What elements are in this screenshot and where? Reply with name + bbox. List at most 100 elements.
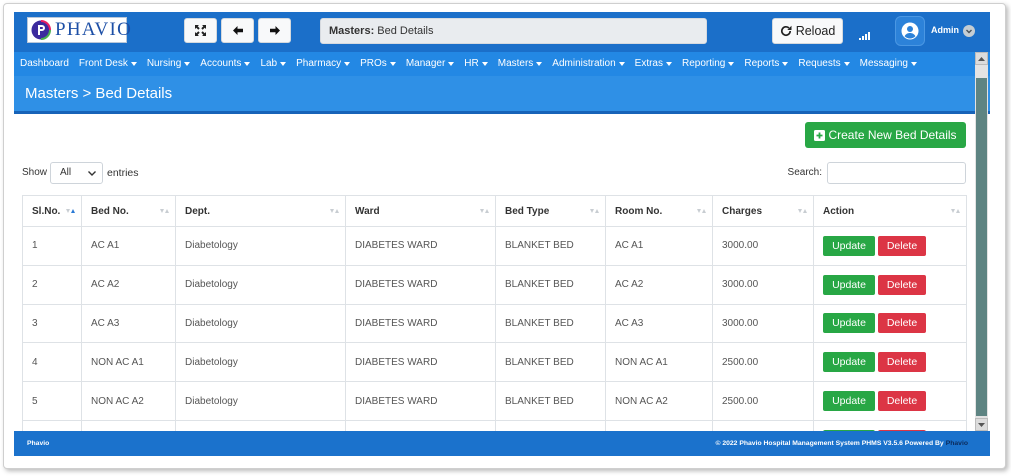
update-button[interactable]: Update bbox=[823, 235, 875, 256]
nav-item-pharmacy[interactable]: Pharmacy bbox=[296, 52, 351, 76]
delete-button[interactable]: Delete bbox=[878, 391, 926, 412]
nav-item-requests[interactable]: Requests bbox=[798, 52, 850, 76]
nav-item-dashboard[interactable]: Dashboard bbox=[20, 52, 69, 76]
nav-item-administration[interactable]: Administration bbox=[552, 52, 625, 76]
user-name[interactable]: Admin bbox=[931, 24, 959, 36]
column-header-room-no[interactable]: Room No. bbox=[605, 195, 713, 227]
column-header-label: Bed Type bbox=[505, 205, 550, 217]
nav-item-nursing[interactable]: Nursing bbox=[147, 52, 191, 76]
sort-icon bbox=[697, 209, 706, 213]
caret-down-icon bbox=[130, 62, 137, 66]
caret-down-icon bbox=[728, 62, 735, 66]
cell-bed-no: NON AC A1 bbox=[81, 342, 176, 383]
sort-desc-icon bbox=[798, 209, 802, 213]
scroll-down-arrow-icon[interactable] bbox=[975, 418, 988, 431]
create-new-bed-details-button[interactable]: Create New Bed Details bbox=[805, 122, 966, 148]
column-header-bed-no[interactable]: Bed No. bbox=[81, 195, 176, 227]
scrollbar-thumb[interactable] bbox=[976, 78, 987, 416]
table-row: UpdateDelete bbox=[22, 419, 967, 431]
nav-item-lab[interactable]: Lab bbox=[260, 52, 287, 76]
nav-item-accounts[interactable]: Accounts bbox=[200, 52, 251, 76]
nav-item-pros[interactable]: PROs bbox=[360, 52, 396, 76]
nav-item-reports[interactable]: Reports bbox=[744, 52, 789, 76]
nav-item-manager[interactable]: Manager bbox=[406, 52, 455, 76]
sort-desc-icon bbox=[160, 209, 164, 213]
update-button[interactable]: Update bbox=[823, 391, 875, 412]
caret-down-icon bbox=[618, 62, 625, 66]
column-header-action[interactable]: Action bbox=[813, 195, 967, 227]
cell-ward: DIABETES WARD bbox=[345, 264, 496, 305]
column-header-sl-no[interactable]: Sl.No. bbox=[22, 195, 82, 227]
cell-ward: DIABETES WARD bbox=[345, 226, 496, 266]
back-button[interactable] bbox=[221, 18, 254, 43]
table-row: 3 AC A3 Diabetology DIABETES WARD BLANKET BE… bbox=[22, 303, 967, 344]
sort-icon bbox=[951, 209, 960, 213]
column-header-bed-type[interactable]: Bed Type bbox=[495, 195, 606, 227]
sort-asc-icon bbox=[702, 209, 706, 213]
nav-item-label: Reporting bbox=[682, 58, 726, 69]
delete-button[interactable]: Delete bbox=[878, 313, 926, 334]
sort-icon bbox=[160, 209, 169, 213]
cell-bed-type: BLANKET BED bbox=[495, 264, 606, 305]
column-header-charges[interactable]: Charges bbox=[712, 195, 814, 227]
footer: Phavio © 2022 Phavio Hospital Management… bbox=[14, 431, 990, 456]
nav-item-masters[interactable]: Masters bbox=[498, 52, 543, 76]
create-button-label: Create New Bed Details bbox=[828, 128, 957, 142]
arrow-left-icon bbox=[232, 26, 243, 35]
main-menu-bar: Dashboard Front Desk Nursing Accounts Lab Pha… bbox=[14, 52, 990, 76]
cell-bed-type: BLANKET BED bbox=[495, 381, 606, 421]
sort-desc-icon bbox=[697, 209, 701, 213]
caret-down-icon bbox=[481, 62, 488, 66]
cell-charges bbox=[712, 419, 814, 431]
search-input[interactable] bbox=[827, 162, 966, 184]
sort-desc-icon bbox=[330, 209, 334, 213]
caret-down-icon bbox=[910, 62, 917, 66]
vertical-scrollbar[interactable] bbox=[975, 52, 988, 431]
column-header-ward[interactable]: Ward bbox=[345, 195, 496, 227]
table-header-row: Sl.No. Bed No. Dept. Ward Bed Type Room No. Ch… bbox=[22, 195, 967, 227]
avatar[interactable] bbox=[895, 16, 925, 46]
column-header-label: Ward bbox=[355, 205, 380, 217]
sort-asc-icon bbox=[956, 209, 960, 213]
nav-item-label: Administration bbox=[552, 58, 616, 69]
caret-down-icon bbox=[536, 62, 543, 66]
logo[interactable]: PHAVIO bbox=[27, 17, 131, 43]
nav-item-hr[interactable]: HR bbox=[464, 52, 488, 76]
content-area: Create New Bed Details Show All entries … bbox=[14, 114, 975, 431]
nav-item-label: Messaging bbox=[859, 58, 908, 69]
nav-item-label: Masters bbox=[497, 58, 534, 69]
nav-item-extras[interactable]: Extras bbox=[635, 52, 672, 76]
cell-ward: DIABETES WARD bbox=[345, 381, 496, 421]
refresh-icon bbox=[780, 25, 792, 37]
page-length-select[interactable]: All bbox=[50, 162, 103, 184]
chevron-down-circle-icon[interactable] bbox=[963, 24, 975, 37]
table-row: 2 AC A2 Diabetology DIABETES WARD BLANKET BE… bbox=[22, 264, 967, 305]
powered-by-link[interactable]: Phavio bbox=[946, 440, 968, 447]
forward-button[interactable] bbox=[258, 18, 291, 43]
search-label: Search: bbox=[787, 167, 822, 178]
signal-icon bbox=[859, 27, 871, 40]
fullscreen-button[interactable] bbox=[184, 18, 217, 43]
cell-action: UpdateDelete bbox=[813, 226, 967, 266]
reload-button[interactable]: Reload bbox=[772, 18, 843, 44]
column-header-dept[interactable]: Dept. bbox=[175, 195, 346, 227]
bed-details-table: Sl.No. Bed No. Dept. Ward Bed Type Room No. Ch… bbox=[22, 195, 967, 431]
nav-item-label: Accounts bbox=[200, 58, 242, 69]
delete-button[interactable]: Delete bbox=[878, 352, 926, 373]
update-button[interactable]: Update bbox=[823, 274, 875, 295]
sort-icon bbox=[590, 209, 599, 213]
cell-room-no: NON AC A1 bbox=[605, 342, 713, 383]
nav-item-messaging[interactable]: Messaging bbox=[860, 52, 917, 76]
cell-sl-no: 1 bbox=[22, 226, 82, 266]
cell-dept: Diabetology bbox=[175, 226, 346, 266]
footer-copyright: © 2022 Phavio Hospital Management System… bbox=[715, 440, 968, 447]
cell-bed-no: AC A1 bbox=[81, 226, 176, 266]
nav-item-front-desk[interactable]: Front Desk bbox=[79, 52, 137, 76]
update-button[interactable]: Update bbox=[823, 313, 875, 334]
nav-item-reporting[interactable]: Reporting bbox=[682, 52, 735, 76]
cell-bed-type: BLANKET BED bbox=[495, 303, 606, 344]
delete-button[interactable]: Delete bbox=[878, 274, 926, 295]
delete-button[interactable]: Delete bbox=[878, 235, 926, 256]
scroll-up-arrow-icon[interactable] bbox=[975, 52, 988, 65]
update-button[interactable]: Update bbox=[823, 352, 875, 373]
